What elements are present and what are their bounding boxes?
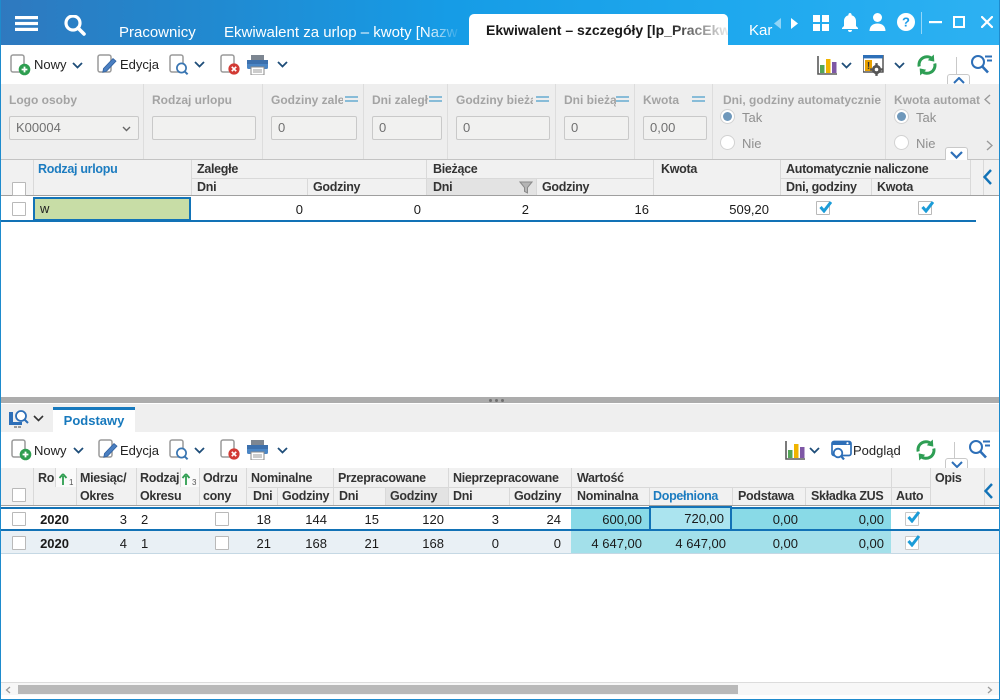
svg-text:!: ! (867, 61, 870, 72)
svg-text:3: 3 (192, 478, 197, 486)
svg-text:1: 1 (69, 478, 74, 486)
svg-text:?: ? (902, 15, 910, 30)
